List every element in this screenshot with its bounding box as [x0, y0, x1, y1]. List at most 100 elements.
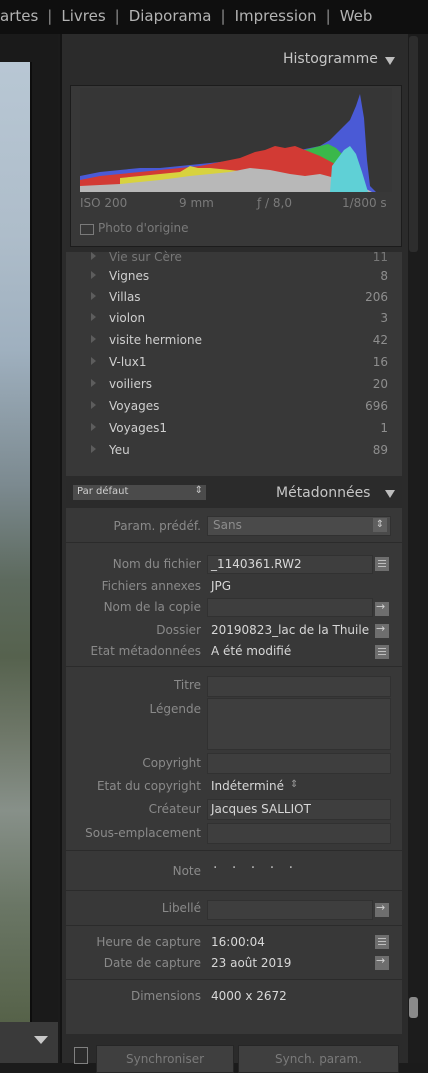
nav-separator: |	[325, 7, 331, 25]
original-photo-checkbox[interactable]	[80, 224, 94, 235]
divider	[66, 979, 402, 980]
creator-value: Jacques SALLIOT	[211, 802, 311, 816]
chevron-down-icon[interactable]	[34, 1036, 48, 1044]
filename-value: _1140361.RW2	[211, 557, 302, 571]
filmstrip-toggle-bar	[0, 1022, 58, 1063]
expand-triangle-icon[interactable]	[91, 335, 96, 343]
divider	[66, 542, 402, 543]
copyname-label: Nom de la copie	[103, 600, 201, 614]
keyword-row[interactable]: V-lux1 16	[66, 352, 402, 372]
expand-triangle-icon[interactable]	[91, 271, 96, 279]
expand-triangle-icon[interactable]	[91, 357, 96, 365]
filename-label: Nom du fichier	[112, 557, 201, 571]
caption-field[interactable]	[207, 698, 391, 750]
focal-length-value: 9 mm	[179, 196, 214, 210]
iso-value: ISO 200	[80, 196, 128, 210]
mdstatus-value: A été modifié	[211, 644, 292, 658]
stepper-icon[interactable]: ⇕	[290, 779, 298, 790]
nav-separator: |	[47, 7, 53, 25]
preset-value: Sans	[213, 518, 242, 532]
mdstatus-label: Etat métadonnées	[90, 644, 201, 658]
list-icon[interactable]	[375, 645, 389, 659]
keyword-row[interactable]: voiliers 20	[66, 374, 402, 394]
collapse-triangle-icon[interactable]	[385, 490, 395, 498]
photo-preview[interactable]	[0, 62, 30, 1022]
copyright-status-label: Etat du copyright	[96, 779, 201, 793]
keyword-row[interactable]: Vie sur Cère 11	[66, 247, 402, 267]
copyright-status-value[interactable]: Indéterminé	[211, 779, 284, 793]
stepper-icon: ⇕	[373, 518, 387, 532]
sublocation-field[interactable]	[207, 823, 391, 844]
module-book[interactable]: Livres	[61, 7, 105, 25]
histogram-info: ISO 200 9 mm ƒ / 8,0 1/800 s	[80, 196, 392, 212]
keyword-row[interactable]: violon 3	[66, 308, 402, 328]
sync-settings-button[interactable]: Synch. param.	[238, 1045, 399, 1073]
histogram-title[interactable]: Histogramme	[283, 51, 378, 67]
keyword-row[interactable]: Villas 206	[66, 287, 402, 307]
sidecar-value: JPG	[211, 579, 232, 593]
dimensions-value: 4000 x 2672	[211, 989, 287, 1003]
copyright-label: Copyright	[142, 756, 201, 770]
module-web[interactable]: Web	[340, 7, 373, 25]
module-nav: artes | Livres | Diaporama | Impression | Web	[0, 0, 428, 34]
expand-triangle-icon[interactable]	[91, 292, 96, 300]
keyword-row[interactable]: Yeu 89	[66, 440, 402, 460]
module-maps[interactable]: artes	[0, 7, 38, 25]
label-field[interactable]	[207, 900, 373, 920]
aperture-value: ƒ / 8,0	[257, 196, 292, 210]
expand-triangle-icon[interactable]	[91, 445, 96, 453]
panel-border	[60, 34, 62, 1063]
label-label: Libellé	[161, 901, 201, 915]
expand-triangle-icon[interactable]	[91, 423, 96, 431]
expand-triangle-icon[interactable]	[91, 401, 96, 409]
folder-value: 20190823_lac de la Thuile	[211, 623, 370, 637]
keyword-row[interactable]: visite hermione 42	[66, 330, 402, 350]
divider	[66, 890, 402, 891]
nav-separator: |	[220, 7, 226, 25]
title-label: Titre	[173, 678, 201, 692]
caption-label: Légende	[149, 702, 201, 716]
collapse-triangle-icon[interactable]	[385, 57, 395, 65]
arrow-right-icon[interactable]	[375, 622, 389, 638]
metadata-view-select-value: Par défaut	[77, 486, 129, 497]
arrow-right-icon[interactable]	[375, 901, 389, 917]
module-slideshow[interactable]: Diaporama	[129, 7, 212, 25]
capture-time-value: 16:00:04	[211, 935, 265, 949]
synchronize-button[interactable]: Synchroniser	[96, 1045, 234, 1073]
divider	[66, 925, 402, 926]
sublocation-label: Sous-emplacement	[85, 826, 201, 840]
expand-triangle-icon[interactable]	[91, 252, 96, 260]
arrow-right-icon[interactable]	[375, 954, 389, 970]
divider	[66, 850, 402, 851]
keyword-row[interactable]: Voyages 696	[66, 396, 402, 416]
original-photo-label[interactable]: Photo d'origine	[98, 221, 189, 235]
histogram-graph[interactable]	[80, 88, 392, 192]
metadata-view-select[interactable]: Par défaut ⇕	[73, 485, 206, 500]
capture-date-value: 23 août 2019	[211, 956, 292, 970]
list-icon[interactable]	[375, 557, 389, 571]
expand-triangle-icon[interactable]	[91, 313, 96, 321]
scrollbar-track-highlight	[409, 36, 418, 252]
arrow-right-icon[interactable]	[375, 600, 389, 616]
copyright-field[interactable]	[207, 753, 391, 774]
copyname-field[interactable]	[207, 598, 373, 617]
nav-separator: |	[114, 7, 120, 25]
keyword-row[interactable]: Voyages1 1	[66, 418, 402, 438]
dimensions-label: Dimensions	[130, 989, 201, 1003]
metadata-title[interactable]: Métadonnées	[276, 485, 370, 501]
scrollbar-thumb[interactable]	[409, 997, 418, 1018]
rating-stars[interactable]: · · · · ·	[213, 860, 298, 876]
shutter-speed-value: 1/800 s	[342, 196, 387, 210]
capture-date-label: Date de capture	[103, 956, 201, 970]
rating-label: Note	[172, 864, 201, 878]
preset-label: Param. prédéf.	[113, 519, 202, 533]
keyword-row[interactable]: Vignes 8	[66, 266, 402, 286]
folder-label: Dossier	[156, 623, 201, 637]
module-print[interactable]: Impression	[235, 7, 317, 25]
sidecar-label: Fichiers annexes	[101, 579, 201, 593]
auto-sync-switch[interactable]	[74, 1047, 88, 1064]
list-icon[interactable]	[375, 935, 389, 949]
expand-triangle-icon[interactable]	[91, 379, 96, 387]
title-field[interactable]	[207, 676, 391, 697]
keyword-list: Vie sur Cère 11 Vignes 8 Villas 206 violon 3…	[66, 250, 402, 476]
